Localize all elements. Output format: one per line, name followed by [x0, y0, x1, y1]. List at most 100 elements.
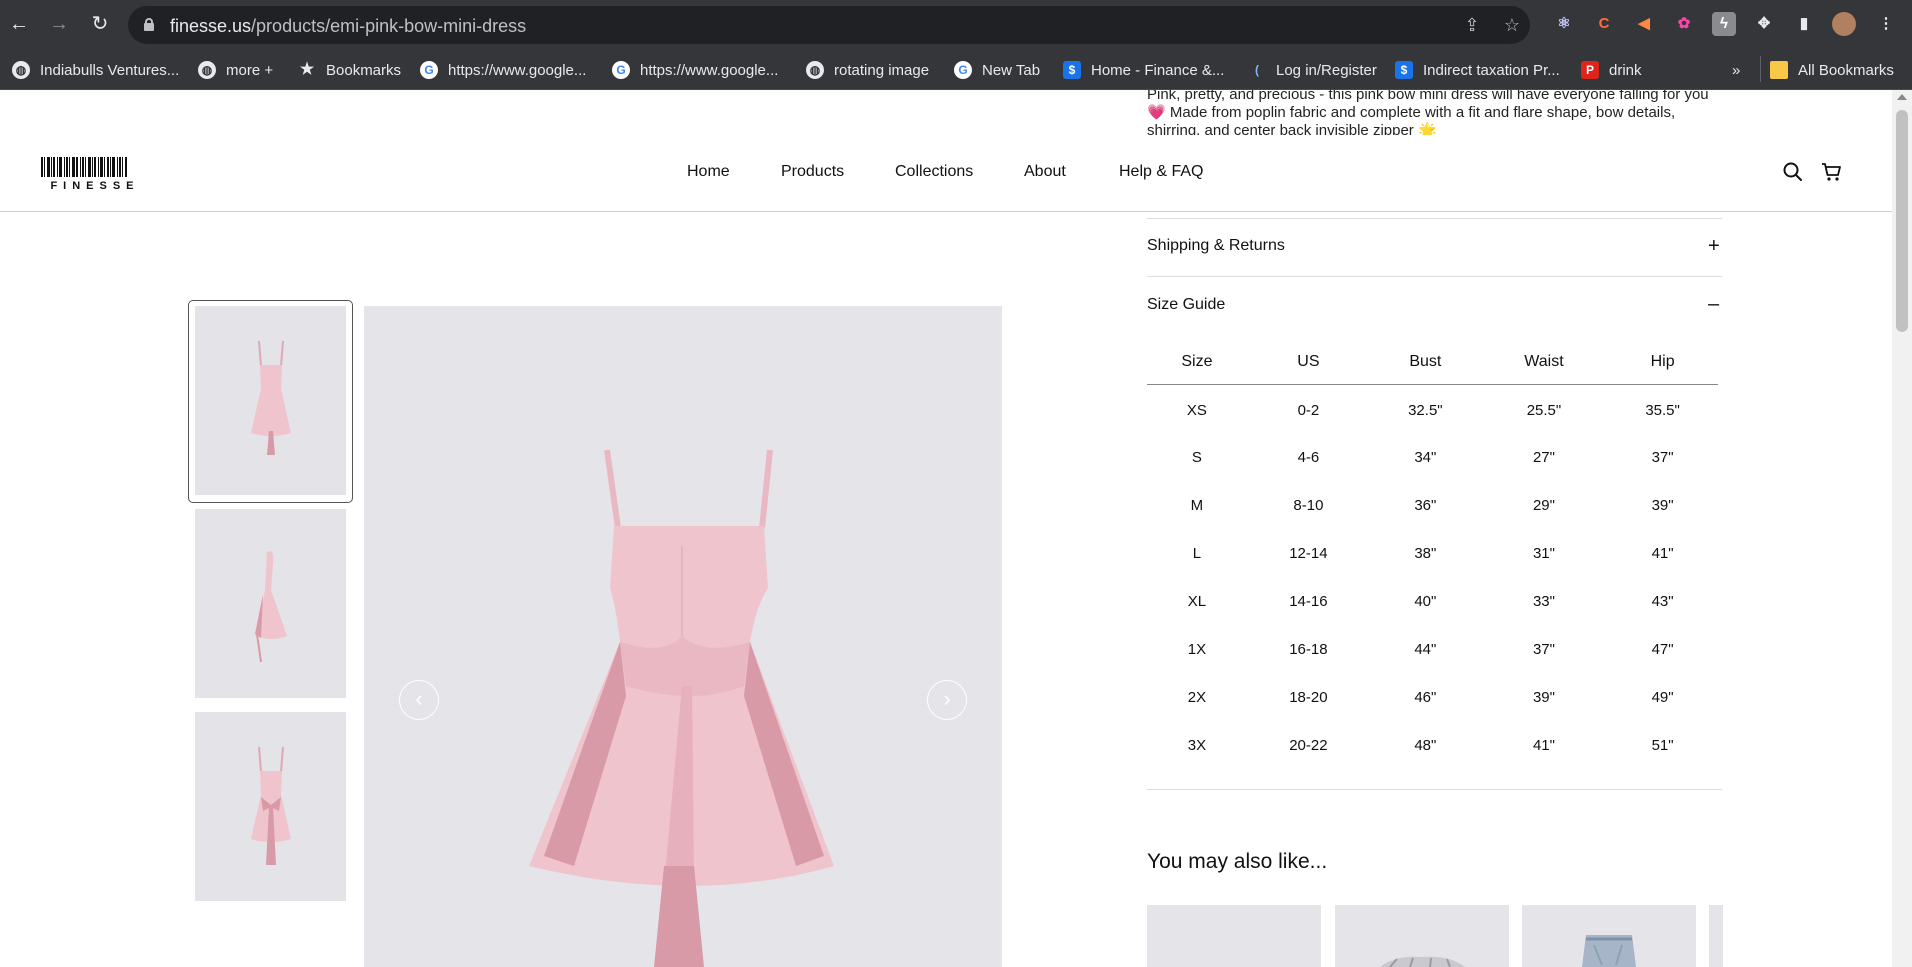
search-icon[interactable] — [1781, 160, 1805, 184]
nav-help-faq[interactable]: Help & FAQ — [1119, 163, 1203, 181]
previous-image-button[interactable]: ‹ — [399, 680, 439, 720]
section-divider — [1147, 789, 1722, 790]
table-row: 3X 20-22 48" 41" 51" — [1147, 721, 1718, 769]
product-thumbnail-side[interactable] — [195, 509, 346, 698]
url-text[interactable]: finesse.us/products/emi-pink-bow-mini-dr… — [170, 16, 526, 37]
table-cell: 4-6 — [1297, 448, 1320, 466]
bookmarks-overflow-button[interactable]: » — [1732, 60, 1740, 80]
product-thumbnail-front[interactable] — [195, 306, 346, 495]
bookmark-divider — [1760, 56, 1761, 82]
nav-collections[interactable]: Collections — [895, 163, 973, 181]
size-guide-toggle[interactable]: Size Guide — [1147, 296, 1225, 314]
bookmark-label: drink — [1609, 61, 1642, 79]
forward-icon[interactable]: → — [46, 11, 72, 37]
address-bar[interactable]: finesse.us/products/emi-pink-bow-mini-dr… — [128, 6, 1530, 44]
lightning-extension-icon[interactable]: ϟ — [1712, 12, 1736, 36]
dress-back-image — [250, 746, 291, 865]
side-panel-icon[interactable]: ▮ — [1792, 12, 1816, 36]
recommended-product-card[interactable] — [1522, 905, 1696, 967]
table-cell: 36" — [1414, 496, 1437, 514]
table-cell: 47" — [1651, 640, 1674, 658]
collapse-minus-icon[interactable]: – — [1708, 293, 1719, 316]
bookmark-item[interactable]: Ghttps://www.google... — [420, 60, 586, 80]
shipping-returns-toggle[interactable]: Shipping & Returns — [1147, 237, 1285, 255]
react-extension-icon[interactable]: ⚛ — [1552, 12, 1576, 36]
recommended-product-card[interactable] — [1147, 905, 1321, 967]
finesse-logo[interactable]: FINESSE — [41, 157, 149, 192]
globe-icon: ◍ — [806, 61, 824, 79]
accordion-divider — [1147, 218, 1722, 219]
denim-product-image — [1582, 935, 1636, 967]
color-wheel-extension-icon[interactable]: ✿ — [1672, 12, 1696, 36]
pink-bow-dress-image — [529, 449, 834, 967]
c-extension-icon[interactable]: C — [1592, 12, 1616, 36]
table-cell: 29" — [1532, 496, 1555, 514]
cart-icon[interactable] — [1820, 160, 1844, 184]
bookmark-extension-icon[interactable]: ◀ — [1632, 12, 1656, 36]
bookmark-item[interactable]: ◍ rotating image — [806, 60, 929, 80]
expand-plus-icon[interactable]: + — [1708, 235, 1720, 258]
table-cell: M — [1190, 496, 1204, 514]
bookmark-item[interactable]: ◍ Indiabulls Ventures... — [12, 60, 179, 80]
table-cell: 27" — [1532, 448, 1555, 466]
profile-avatar[interactable] — [1832, 12, 1856, 36]
dress-side-image — [254, 550, 287, 662]
accordion-divider — [1147, 276, 1722, 277]
back-icon[interactable]: ← — [6, 11, 32, 37]
product-description: Pink, pretty, and precious - this pink b… — [1147, 90, 1709, 139]
table-cell: XS — [1186, 402, 1207, 420]
table-row: XL 14-16 40" 33" 43" — [1147, 577, 1718, 625]
bookmark-item[interactable]: G New Tab — [954, 60, 1040, 80]
table-cell: 49" — [1651, 688, 1674, 706]
product-thumbnail-back[interactable] — [195, 712, 346, 901]
all-bookmarks-button[interactable]: All Bookmarks — [1770, 60, 1894, 80]
nav-about[interactable]: About — [1024, 163, 1066, 181]
product-main-image[interactable] — [364, 306, 1002, 967]
table-cell: 48" — [1414, 736, 1437, 754]
bookmark-star-icon[interactable]: ☆ — [1502, 15, 1522, 35]
bookmark-item[interactable]: $ Indirect taxation Pr... — [1395, 60, 1560, 80]
browser-toolbar: ← → ↻ finesse.us/products/emi-pink-bow-m… — [0, 0, 1912, 50]
nav-home[interactable]: Home — [687, 163, 730, 181]
recommended-product-card[interactable] — [1709, 905, 1723, 967]
puzzle-extensions-icon[interactable]: ✥ — [1752, 12, 1776, 36]
table-cell: 41" — [1651, 544, 1674, 562]
folder-icon — [1770, 61, 1788, 79]
bookmark-item[interactable]: Pdrink — [1581, 60, 1642, 80]
site-header: FINESSE Home Products Collections About … — [0, 135, 1892, 212]
table-cell: 18-20 — [1289, 688, 1328, 706]
web-page: Pink, pretty, and precious - this pink b… — [0, 90, 1892, 967]
bookmark-label: rotating image — [834, 61, 930, 79]
table-cell: 25.5" — [1526, 402, 1562, 420]
bookmark-item[interactable]: $ Home - Finance &... — [1063, 60, 1224, 80]
globe-icon: ◍ — [12, 61, 30, 79]
nav-products[interactable]: Products — [781, 163, 844, 181]
share-icon[interactable]: ⇪ — [1462, 15, 1482, 35]
bookmark-label: Log in/Register — [1276, 61, 1377, 79]
bookmark-label: more + — [226, 61, 274, 79]
table-cell: 33" — [1532, 592, 1555, 610]
star-icon: ★ — [299, 61, 315, 78]
dollar-icon: $ — [1063, 61, 1081, 79]
bookmark-label: New Tab — [982, 61, 1041, 79]
scroll-up-arrow-icon[interactable] — [1897, 94, 1907, 100]
table-cell: 16-18 — [1289, 640, 1328, 658]
size-guide-table: Size US Bust Waist Hip XS 0-2 32.5" 25.5… — [1147, 340, 1718, 769]
bookmark-item[interactable]: ★ Bookmarks — [298, 60, 401, 80]
scrollbar-thumb[interactable] — [1896, 110, 1908, 332]
bookmark-item[interactable]: Ghttps://www.google... — [612, 60, 778, 80]
bookmark-item[interactable]: (Log in/Register — [1248, 60, 1377, 80]
table-header: Bust — [1369, 340, 1481, 385]
page-scrollbar[interactable] — [1892, 90, 1912, 967]
table-row: 2X 18-20 46" 39" 49" — [1147, 673, 1718, 721]
kebab-menu-icon[interactable]: ⋮ — [1874, 12, 1898, 36]
bookmark-item[interactable]: ◍ more + — [198, 60, 273, 80]
recommended-product-card[interactable] — [1335, 905, 1509, 967]
url-path: /products/emi-pink-bow-mini-dress — [251, 16, 527, 36]
bookmark-label: Bookmarks — [326, 61, 402, 79]
lock-icon[interactable] — [144, 18, 154, 31]
bookmarks-bar: ◍ Indiabulls Ventures... ◍ more + ★ Bookmar… — [0, 50, 1912, 90]
table-cell: 2X — [1187, 688, 1207, 706]
reload-icon[interactable]: ↻ — [87, 11, 113, 37]
next-image-button[interactable]: › — [927, 680, 967, 720]
